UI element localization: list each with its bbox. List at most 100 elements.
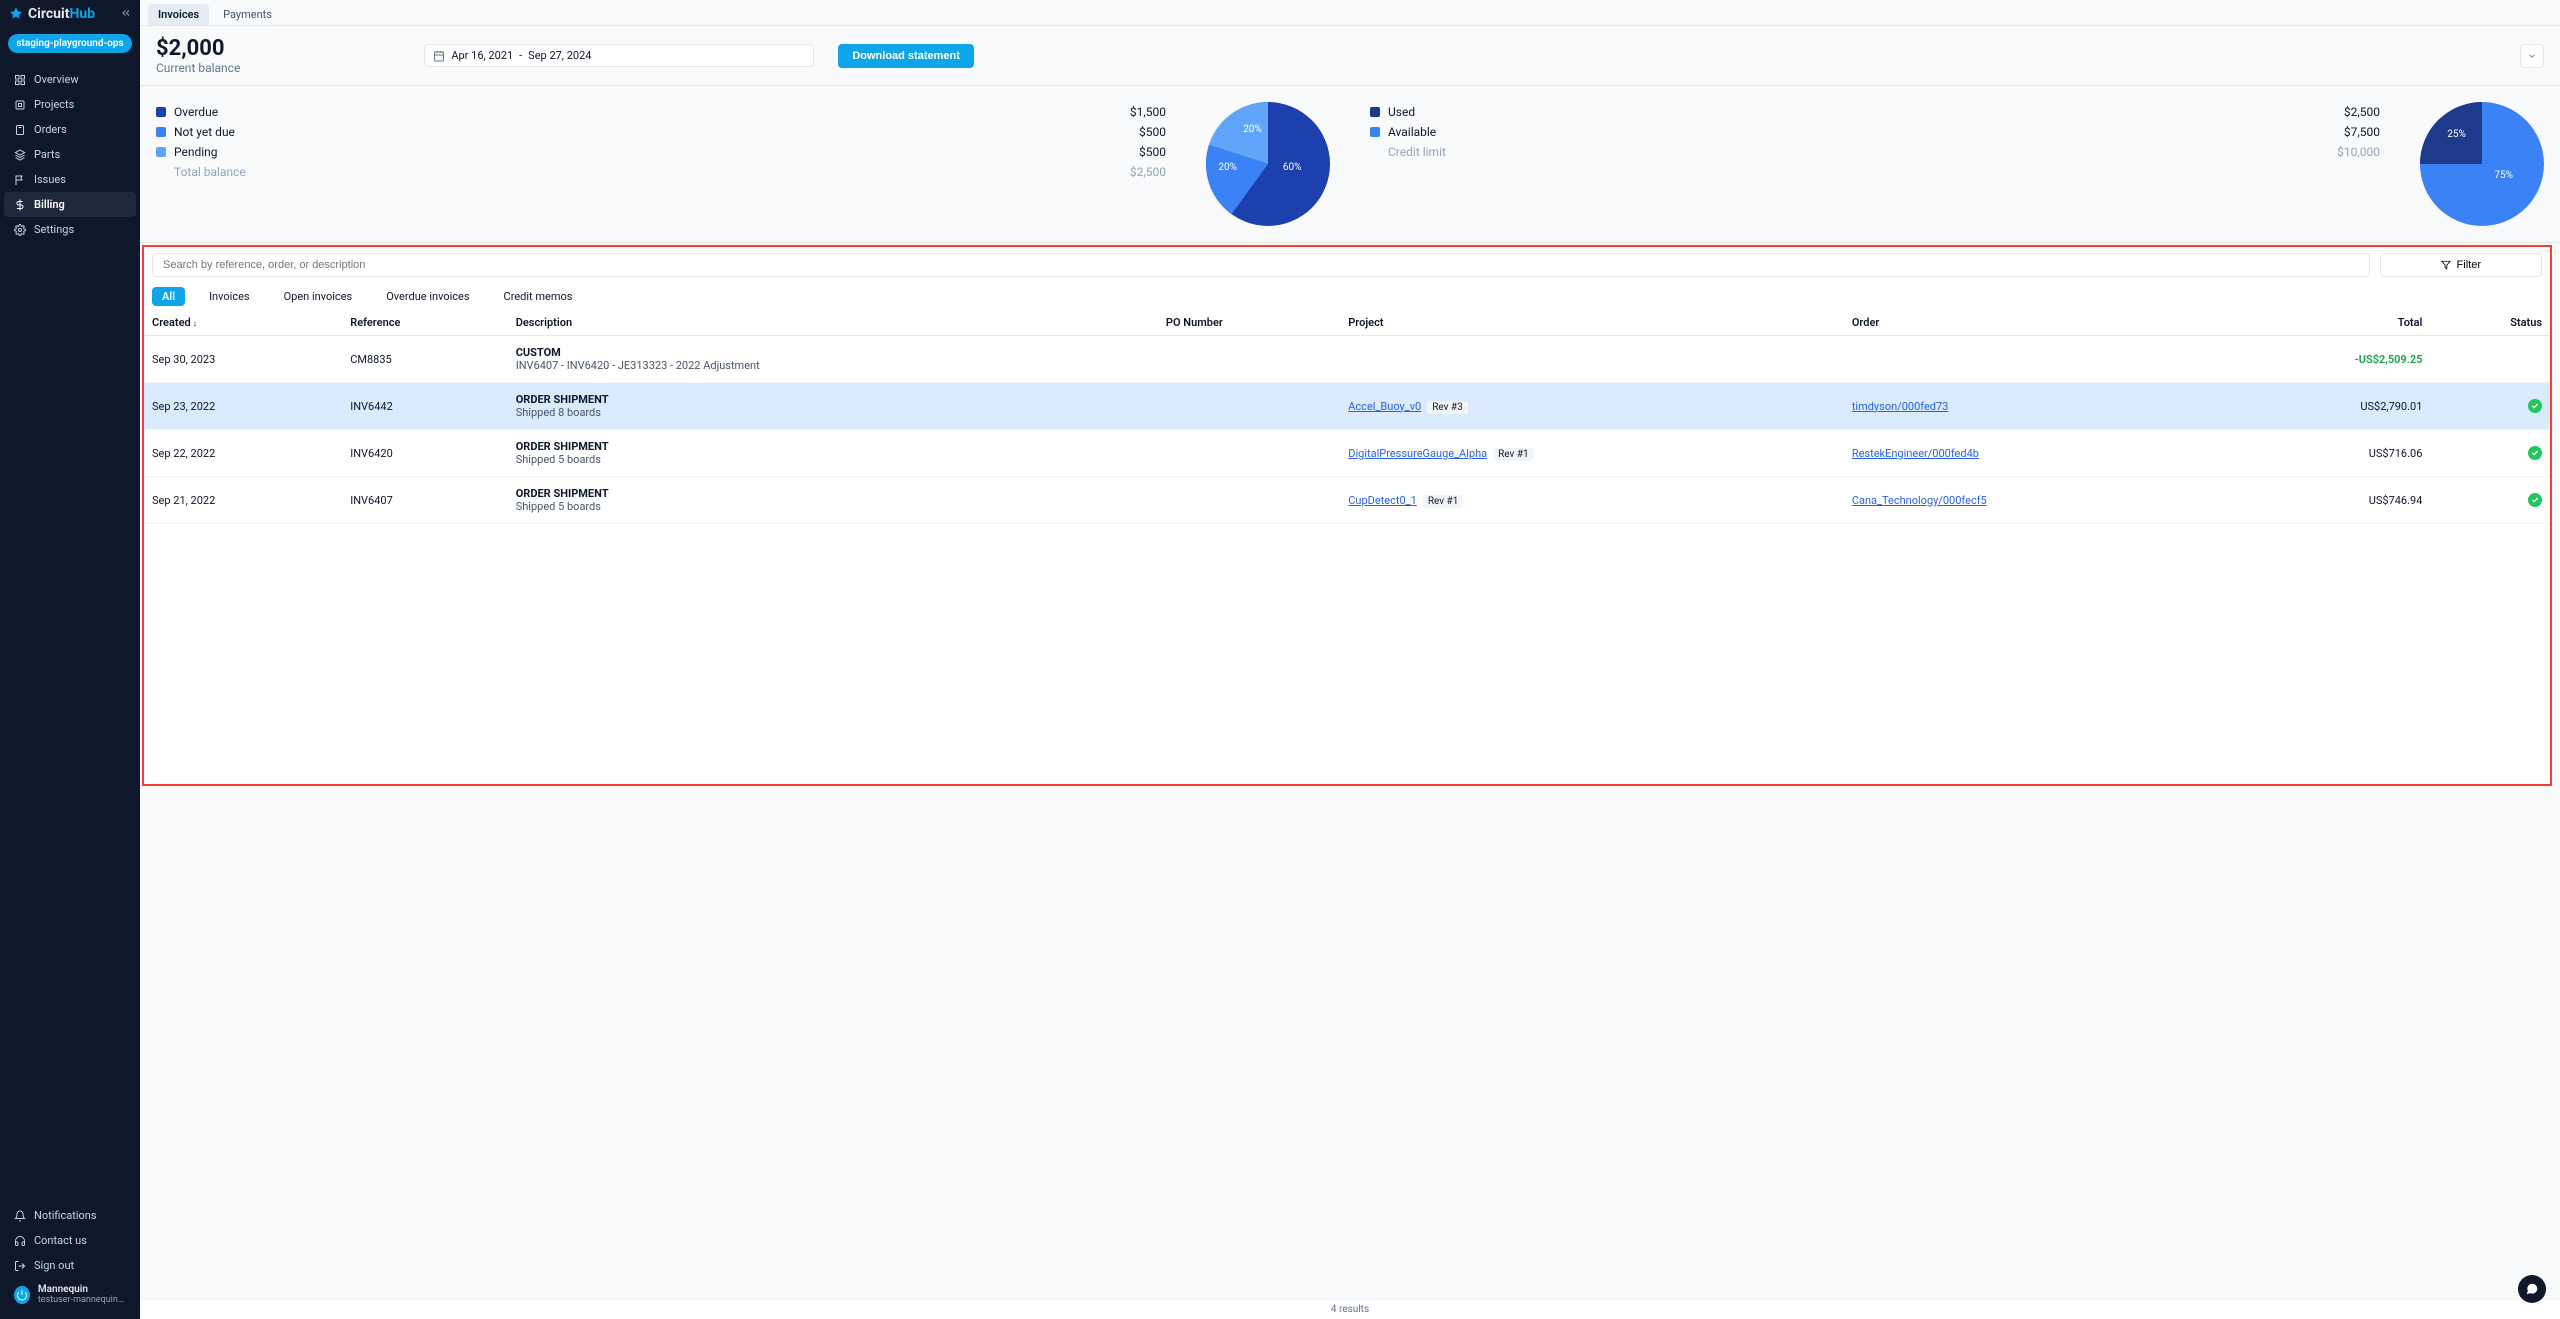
swatch — [156, 127, 166, 137]
rev-pill: Rev #1 — [1493, 448, 1534, 461]
sidebar: CircuitHub staging-playground-ops Overvi… — [0, 0, 140, 1319]
balance-block: $2,000 Current balance — [156, 36, 240, 75]
cell-reference: INV6442 — [342, 383, 508, 430]
filter-tabs: All Invoices Open invoices Overdue invoi… — [144, 283, 2550, 310]
sidebar-item-billing[interactable]: Billing — [4, 192, 136, 217]
date-range-picker[interactable]: Apr 16, 2021 - Sep 27, 2024 — [424, 44, 814, 67]
col-project[interactable]: Project — [1340, 310, 1844, 336]
filter-tab-invoices[interactable]: Invoices — [199, 287, 260, 306]
sidebar-item-parts[interactable]: Parts — [4, 142, 136, 167]
col-reference[interactable]: Reference — [342, 310, 508, 336]
cell-order: RestekEngineer/000fed4b — [1844, 430, 2221, 477]
order-link[interactable]: timdyson/000fed73 — [1852, 400, 1949, 413]
cell-description: ORDER SHIPMENTShipped 5 boards — [508, 477, 1158, 524]
filter-tab-open[interactable]: Open invoices — [274, 287, 363, 306]
tab-payments[interactable]: Payments — [213, 4, 282, 25]
sidebar-item-settings[interactable]: Settings — [4, 217, 136, 242]
results-footer: 4 results — [140, 1299, 2560, 1319]
search-input[interactable] — [152, 253, 2370, 277]
cell-po — [1158, 336, 1340, 383]
project-link[interactable]: Accel_Buoy_v0 — [1348, 400, 1421, 413]
pie-slice-label: 75% — [2494, 170, 2513, 181]
pie-slice-label: 25% — [2447, 129, 2466, 140]
legend-label: Credit limit — [1388, 145, 1446, 159]
cell-reference: INV6407 — [342, 477, 508, 524]
col-order[interactable]: Order — [1844, 310, 2221, 336]
legend-label: Not yet due — [174, 125, 235, 139]
credit-pie-chart: 25% 75% — [2420, 102, 2544, 226]
cell-po — [1158, 477, 1340, 524]
bell-icon — [14, 1210, 26, 1222]
cell-status — [2430, 430, 2550, 477]
col-po[interactable]: PO Number — [1158, 310, 1340, 336]
expand-button[interactable] — [2520, 44, 2544, 68]
sidebar-item-notifications[interactable]: Notifications — [4, 1203, 136, 1228]
env-badge[interactable]: staging-playground-ops — [8, 34, 132, 53]
balance-chart-block: Overdue$1,500 Not yet due$500 Pending$50… — [156, 102, 1330, 226]
cell-total: US$2,790.01 — [2221, 383, 2430, 430]
logo[interactable]: CircuitHub — [8, 6, 95, 22]
status-check-icon — [2528, 446, 2542, 460]
table-row[interactable]: Sep 21, 2022 INV6407 ORDER SHIPMENTShipp… — [144, 477, 2550, 524]
sidebar-item-orders[interactable]: Orders — [4, 117, 136, 142]
status-check-icon — [2528, 399, 2542, 413]
invoices-table: Created↓ Reference Description PO Number… — [144, 310, 2550, 524]
summary-row: $2,000 Current balance Apr 16, 2021 - Se… — [140, 26, 2560, 86]
cell-description: ORDER SHIPMENTShipped 5 boards — [508, 430, 1158, 477]
col-description[interactable]: Description — [508, 310, 1158, 336]
cell-po — [1158, 383, 1340, 430]
sort-desc-icon: ↓ — [193, 319, 198, 329]
order-link[interactable]: RestekEngineer/000fed4b — [1852, 447, 1979, 460]
legend-label: Available — [1388, 125, 1436, 139]
table-row[interactable]: Sep 23, 2022 INV6442 ORDER SHIPMENTShipp… — [144, 383, 2550, 430]
collapse-sidebar-icon[interactable] — [120, 7, 132, 22]
cell-po — [1158, 430, 1340, 477]
filter-tab-credit[interactable]: Credit memos — [494, 287, 583, 306]
project-link[interactable]: CupDetect0_1 — [1348, 494, 1417, 507]
legend-label: Overdue — [174, 105, 218, 119]
col-status[interactable]: Status — [2430, 310, 2550, 336]
filter-icon — [2441, 260, 2451, 270]
gear-icon — [14, 224, 26, 236]
cell-status — [2430, 336, 2550, 383]
help-fab[interactable] — [2518, 1275, 2546, 1303]
tab-invoices[interactable]: Invoices — [148, 4, 209, 25]
cell-project: Accel_Buoy_v0Rev #3 — [1340, 383, 1844, 430]
dollar-icon — [14, 199, 26, 211]
cell-created: Sep 30, 2023 — [144, 336, 342, 383]
cell-total: US$746.94 — [2221, 477, 2430, 524]
date-start: Apr 16, 2021 — [451, 49, 513, 62]
sidebar-item-issues[interactable]: Issues — [4, 167, 136, 192]
sidebar-item-overview[interactable]: Overview — [4, 67, 136, 92]
swatch — [1370, 107, 1380, 117]
user-name: Mannequin — [38, 1284, 126, 1295]
swatch — [1370, 127, 1380, 137]
chevron-down-icon — [2527, 51, 2537, 61]
project-link[interactable]: DigitalPressureGauge_Alpha — [1348, 447, 1487, 460]
filter-button[interactable]: Filter — [2380, 253, 2542, 277]
download-statement-button[interactable]: Download statement — [838, 44, 974, 68]
cell-order: timdyson/000fed73 — [1844, 383, 2221, 430]
legend-value: $7,500 — [2344, 125, 2380, 139]
cell-created: Sep 22, 2022 — [144, 430, 342, 477]
table-row[interactable]: Sep 30, 2023 CM8835 CUSTOMINV6407 - INV6… — [144, 336, 2550, 383]
sidebar-item-label: Projects — [34, 98, 74, 111]
order-link[interactable]: Cana_Technology/000fecf5 — [1852, 494, 1987, 507]
rev-pill: Rev #1 — [1423, 495, 1464, 508]
filter-tab-all[interactable]: All — [152, 287, 185, 306]
cell-description: CUSTOMINV6407 - INV6420 - JE313323 - 202… — [508, 336, 1158, 383]
balance-legend: Overdue$1,500 Not yet due$500 Pending$50… — [156, 102, 1166, 182]
sidebar-item-contact[interactable]: Contact us — [4, 1228, 136, 1253]
swatch — [156, 147, 166, 157]
col-total[interactable]: Total — [2221, 310, 2430, 336]
user-block[interactable]: Mannequin testuser-mannequin@circ... — [4, 1278, 136, 1311]
table-row[interactable]: Sep 22, 2022 INV6420 ORDER SHIPMENTShipp… — [144, 430, 2550, 477]
col-created[interactable]: Created↓ — [144, 310, 342, 336]
cell-reference: INV6420 — [342, 430, 508, 477]
sidebar-item-projects[interactable]: Projects — [4, 92, 136, 117]
legend-value: $500 — [1139, 125, 1166, 139]
cell-project: CupDetect0_1 Rev #1 — [1340, 477, 1844, 524]
sidebar-item-signout[interactable]: Sign out — [4, 1253, 136, 1278]
filter-tab-overdue[interactable]: Overdue invoices — [376, 287, 479, 306]
date-end: Sep 27, 2024 — [528, 49, 591, 62]
